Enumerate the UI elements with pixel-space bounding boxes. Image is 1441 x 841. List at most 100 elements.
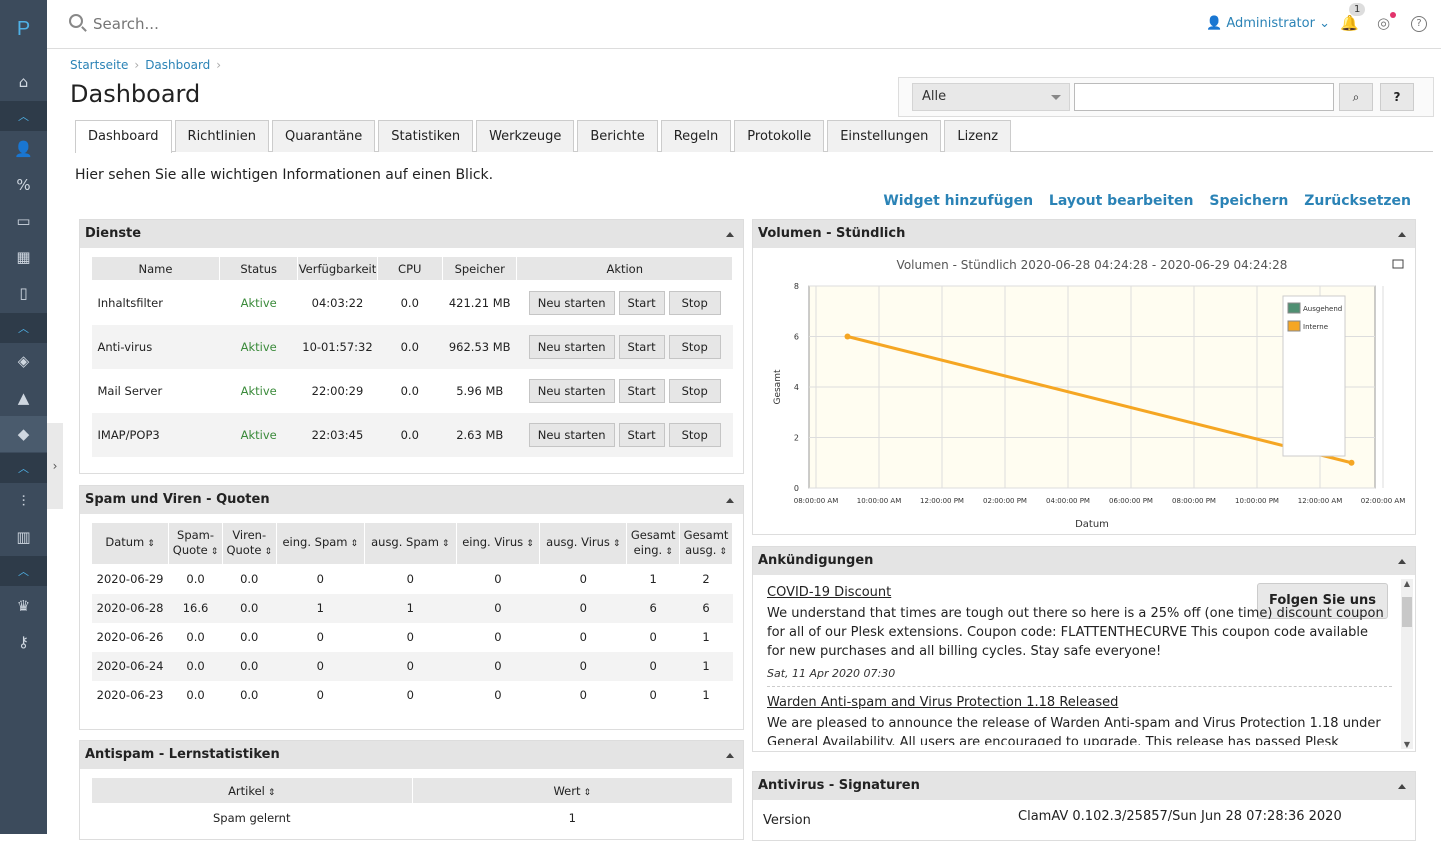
sort-icon[interactable]: ⇕ xyxy=(526,539,534,549)
column-header[interactable]: ausg. Spam ⇕ xyxy=(363,522,457,565)
sort-icon[interactable]: ⇕ xyxy=(268,788,276,798)
tab-statistiken[interactable]: Statistiken xyxy=(378,120,474,152)
sort-icon[interactable]: ⇕ xyxy=(147,539,155,549)
scroll-down-icon[interactable]: ▼ xyxy=(1401,740,1413,749)
add-widget-link[interactable]: Widget hinzufügen xyxy=(883,193,1033,209)
signatures-panel: Antivirus - Signaturen Version ClamAV 0.… xyxy=(752,771,1416,841)
percent-icon[interactable]: % xyxy=(0,167,47,203)
book-icon[interactable]: ▯ xyxy=(0,275,47,311)
start-button[interactable]: Start xyxy=(618,378,665,403)
tab-richtlinien[interactable]: Richtlinien xyxy=(174,120,269,152)
learning-title[interactable]: Antispam - Lernstatistiken xyxy=(80,741,743,769)
save-link[interactable]: Speichern xyxy=(1209,193,1288,209)
sort-icon[interactable]: ⇕ xyxy=(583,788,591,798)
announcements-title[interactable]: Ankündigungen xyxy=(753,547,1415,575)
sort-icon[interactable]: ⇕ xyxy=(613,539,621,549)
column-header[interactable]: Gesamt eing. ⇕ xyxy=(626,522,681,565)
stop-button[interactable]: Stop xyxy=(668,378,721,403)
stop-button[interactable]: Stop xyxy=(668,334,721,359)
user-icon[interactable]: 👤 xyxy=(0,131,47,167)
filter-select[interactable]: Alle xyxy=(912,83,1070,111)
volume-title[interactable]: Volumen - Stündlich xyxy=(753,220,1415,248)
quotas-title[interactable]: Spam und Viren - Quoten xyxy=(80,486,743,514)
restart-button[interactable]: Neu starten xyxy=(528,334,615,359)
intro-text: Hier sehen Sie alle wichtigen Informatio… xyxy=(75,167,494,183)
sort-icon[interactable]: ⇕ xyxy=(719,547,727,557)
search-input[interactable] xyxy=(93,12,393,36)
monitor-icon[interactable]: ▭ xyxy=(0,203,47,239)
reset-link[interactable]: Zurücksetzen xyxy=(1304,193,1411,209)
collapse-icon[interactable]: ︿ xyxy=(0,101,47,131)
start-button[interactable]: Start xyxy=(618,334,665,359)
tab-protokolle[interactable]: Protokolle xyxy=(734,120,825,152)
column-header[interactable]: Datum ⇕ xyxy=(90,522,170,565)
tab-werkzeuge[interactable]: Werkzeuge xyxy=(476,120,575,152)
extensions-icon[interactable]: ◎ xyxy=(1377,14,1390,32)
edit-layout-link[interactable]: Layout bearbeiten xyxy=(1049,193,1194,209)
table-cell: 22:00:29 xyxy=(311,383,364,398)
bell-icon[interactable]: ▲ xyxy=(0,380,47,416)
table-header[interactable]: Datum ⇕ Spam- Quote ⇕ Viren- Quote ⇕ eing. Spam ⇕… xyxy=(90,522,733,565)
export-image-icon[interactable] xyxy=(1392,259,1404,269)
sort-icon[interactable]: ⇕ xyxy=(351,539,359,549)
search-button[interactable]: ⌕ xyxy=(1339,83,1373,111)
layout-icon[interactable]: ▥ xyxy=(0,519,47,555)
announcements-scrollbar[interactable]: ▲ ▼ xyxy=(1401,579,1413,749)
scrollbar-thumb[interactable] xyxy=(1402,597,1412,627)
table-cell: 1 xyxy=(364,593,457,623)
table-cell: Inhaltsfilter xyxy=(97,295,163,310)
tab-berichte[interactable]: Berichte xyxy=(577,120,658,152)
tab-einstellungen[interactable]: Einstellungen xyxy=(827,120,942,152)
help-icon[interactable]: ? xyxy=(1411,16,1427,32)
column-header[interactable]: ausg. Virus ⇕ xyxy=(539,522,628,565)
filter-input[interactable] xyxy=(1074,83,1334,111)
column-header[interactable]: Wert ⇕ xyxy=(411,777,733,804)
tab-lizenz[interactable]: Lizenz xyxy=(944,120,1012,152)
help-button[interactable]: ? xyxy=(1380,83,1414,111)
user-menu[interactable]: 👤 Administrator ⌄ xyxy=(1206,16,1330,31)
column-header: Name xyxy=(91,256,220,281)
sort-icon[interactable]: ⇕ xyxy=(442,539,450,549)
column-header[interactable]: eing. Virus ⇕ xyxy=(455,522,541,565)
signatures-title[interactable]: Antivirus - Signaturen xyxy=(753,772,1415,800)
grid-icon[interactable]: ▦ xyxy=(0,239,47,275)
collapse-icon[interactable]: ︿ xyxy=(0,453,47,483)
x-tick-label: 10:00:00 PM xyxy=(1235,497,1279,505)
restart-button[interactable]: Neu starten xyxy=(528,378,615,403)
stop-button[interactable]: Stop xyxy=(668,422,721,447)
sidebar-expand-handle[interactable]: › xyxy=(47,423,63,509)
notifications-icon[interactable]: 🔔 xyxy=(1340,14,1359,32)
sort-icon[interactable]: ⇕ xyxy=(211,547,219,557)
sort-icon[interactable]: ⇕ xyxy=(665,547,673,557)
crown-icon[interactable]: ♛ xyxy=(0,588,47,624)
home-icon[interactable]: ⌂ xyxy=(0,64,47,100)
breadcrumb-dashboard[interactable]: Dashboard xyxy=(145,58,210,72)
key-icon[interactable]: ⚷ xyxy=(0,624,47,660)
warden-shield-icon[interactable]: ◆ xyxy=(0,416,47,452)
announcement-title[interactable]: Warden Anti-spam and Virus Protection 1.… xyxy=(767,695,1392,710)
breadcrumb-home[interactable]: Startseite xyxy=(70,58,128,72)
shield-icon[interactable]: ◈ xyxy=(0,343,47,379)
tab-regeln[interactable]: Regeln xyxy=(660,120,732,152)
scroll-up-icon[interactable]: ▲ xyxy=(1401,579,1413,588)
collapse-icon[interactable]: ︿ xyxy=(0,313,47,343)
stop-button[interactable]: Stop xyxy=(668,290,721,315)
start-button[interactable]: Start xyxy=(618,422,665,447)
tab-quarantäne[interactable]: Quarantäne xyxy=(271,120,376,152)
column-header[interactable]: eing. Spam ⇕ xyxy=(275,522,365,565)
column-header[interactable]: Spam- Quote ⇕ xyxy=(168,522,223,565)
collapse-icon[interactable]: ︿ xyxy=(0,556,47,586)
sort-icon[interactable]: ⇕ xyxy=(264,547,272,557)
restart-button[interactable]: Neu starten xyxy=(528,290,615,315)
announcement-title[interactable]: COVID-19 Discount xyxy=(767,585,1392,600)
start-button[interactable]: Start xyxy=(618,290,665,315)
tab-dashboard[interactable]: Dashboard xyxy=(75,120,172,153)
table-header[interactable]: Artikel ⇕ Wert ⇕ xyxy=(91,777,733,804)
table-cell: 0 xyxy=(539,593,627,623)
column-header[interactable]: Viren- Quote ⇕ xyxy=(221,522,277,565)
column-header[interactable]: Gesamt ausg. ⇕ xyxy=(679,522,733,565)
restart-button[interactable]: Neu starten xyxy=(528,422,615,447)
services-title[interactable]: Dienste xyxy=(80,220,743,248)
column-header[interactable]: Artikel ⇕ xyxy=(91,777,413,804)
sliders-icon[interactable]: ⫶ xyxy=(0,483,47,519)
